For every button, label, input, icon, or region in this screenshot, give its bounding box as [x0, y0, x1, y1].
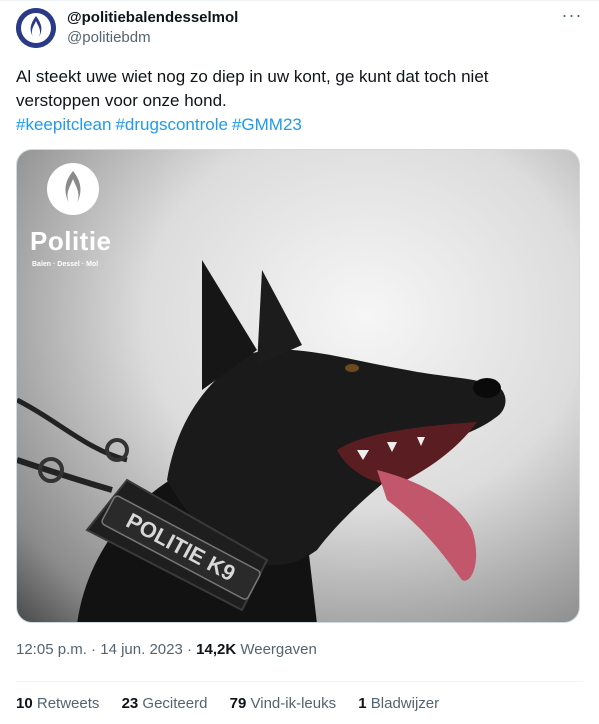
politie-logo-icon [47, 163, 99, 215]
meta-separator-2: · [182, 641, 197, 658]
tweet-time[interactable]: 12:05 p.m. [16, 641, 87, 658]
police-flame-logo-icon [16, 8, 56, 48]
engagement-stats: 10 Retweets 23 Geciteerd 79 Vind-ik-leuk… [16, 695, 457, 713]
more-options-icon[interactable]: ··· [560, 6, 584, 28]
account-handle[interactable]: @politiebdm [67, 29, 151, 47]
retweets-label: Retweets [36, 695, 100, 712]
quotes-stat[interactable]: 23 Geciteerd [122, 695, 208, 713]
hashtags: #keepitclean #drugscontrole #GMM23 [16, 113, 576, 137]
tweet-text-line-2: verstoppen voor onze hond. [16, 91, 227, 110]
bookmarks-label: Bladwijzer [370, 695, 440, 712]
tweet-text: Al steekt uwe wiet nog zo diep in uw kon… [16, 65, 576, 137]
likes-stat[interactable]: 79 Vind-ik-leuks [230, 695, 336, 713]
bookmarks-count: 1 [358, 695, 367, 712]
display-name[interactable]: @politiebalendesselmol [67, 9, 238, 27]
likes-count: 79 [229, 695, 247, 712]
retweets-count: 10 [16, 695, 33, 712]
tweet-image[interactable]: POLITIE K9 Politie Balen · Dessel · Mol [16, 149, 580, 623]
hashtag-gmm23[interactable]: #GMM23 [232, 115, 302, 134]
meta-separator: · [86, 641, 101, 658]
likes-label: Vind-ik-leuks [250, 695, 337, 712]
logo-word: Politie [30, 226, 112, 256]
views-count: 14,2K [196, 641, 237, 658]
hashtag-keepitclean[interactable]: #keepitclean [16, 115, 111, 134]
quotes-label: Geciteerd [142, 695, 208, 712]
stats-divider [16, 681, 583, 682]
police-dog-photo: POLITIE K9 [17, 260, 506, 622]
views-label: Weergaven [240, 641, 317, 658]
tweet-date[interactable]: 14 jun. 2023 [100, 641, 183, 658]
retweets-stat[interactable]: 10 Retweets [16, 695, 99, 713]
bookmarks-stat[interactable]: 1 Bladwijzer [358, 695, 439, 713]
quotes-count: 23 [121, 695, 139, 712]
tweet-text-line-1: Al steekt uwe wiet nog zo diep in uw kon… [16, 67, 489, 86]
tweet-meta: 12:05 p.m. · 14 jun. 2023 · 14,2K Weerga… [16, 640, 317, 660]
top-divider [0, 0, 599, 1]
logo-subtitle: Balen · Dessel · Mol [32, 261, 99, 268]
hashtag-drugscontrole[interactable]: #drugscontrole [115, 115, 227, 134]
avatar[interactable] [16, 8, 56, 48]
